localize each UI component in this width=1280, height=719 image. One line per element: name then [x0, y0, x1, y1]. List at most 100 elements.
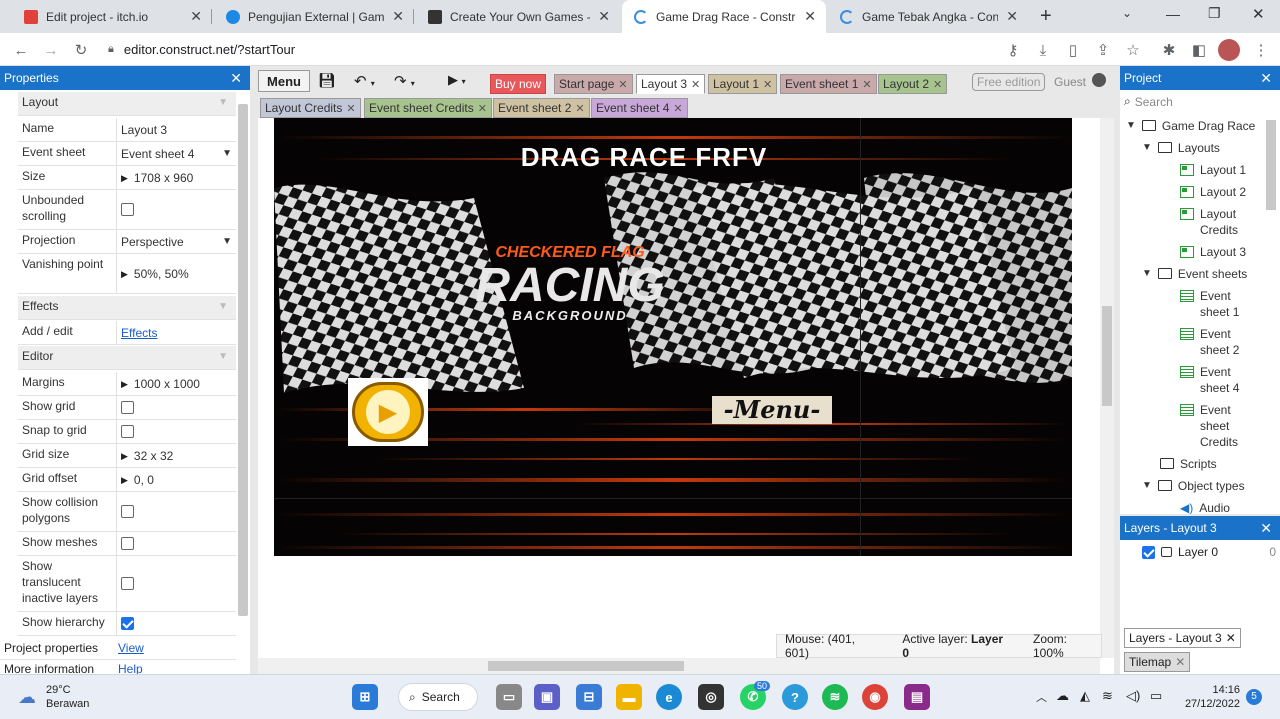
close-icon[interactable]: ✕ — [763, 78, 772, 91]
bookmark-star-icon[interactable]: ☆ — [1122, 39, 1144, 61]
chevron-down-icon[interactable]: ▼ — [222, 234, 232, 250]
kebab-menu-icon[interactable]: ⋮ — [1250, 39, 1272, 61]
close-icon[interactable]: ✕ — [230, 70, 242, 87]
close-icon[interactable]: ✕ — [691, 78, 700, 91]
prop-show-meshes[interactable]: Show meshes — [18, 532, 236, 556]
guest-label[interactable]: Guest — [1054, 75, 1086, 89]
tab-event-sheet-2[interactable]: Event sheet 2 ✕ — [493, 98, 590, 118]
tab-start-page[interactable]: Start page ✕ — [554, 74, 633, 94]
chrome-icon[interactable]: ◉ — [862, 684, 888, 710]
side-panel-icon[interactable]: ◧ — [1188, 39, 1210, 61]
back-icon[interactable]: ← — [10, 39, 32, 61]
tree-layout-1[interactable]: Layout 1 — [1180, 162, 1246, 178]
tree-event-sheet-4[interactable]: Event sheet 4 — [1180, 364, 1240, 396]
tray-chevron-icon[interactable]: ︿ — [1036, 689, 1047, 705]
prop-show-translucent-inactive-layers[interactable]: Show translucent inactive layers — [18, 556, 236, 612]
browser-tab-tebak-angka[interactable]: Game Tebak Angka - Constru ✕ — [828, 0, 1028, 33]
notification-badge[interactable]: 5 — [1246, 689, 1262, 705]
document-icon[interactable]: ▯ — [1062, 39, 1084, 61]
prop-name[interactable]: Name Layout 3 — [18, 118, 236, 142]
section-layout[interactable]: Layout ▼ — [18, 92, 236, 116]
tree-event-sheet-1[interactable]: Event sheet 1 — [1180, 288, 1240, 320]
extensions-icon[interactable]: ✱ — [1158, 39, 1180, 61]
prop-projection[interactable]: Projection Perspective ▼ — [18, 230, 236, 254]
prop-show-hierarchy[interactable]: Show hierarchy — [18, 612, 236, 636]
window-close-icon[interactable]: ✕ — [1252, 5, 1265, 23]
tree-object-types-folder[interactable]: ▼ Object types — [1142, 478, 1245, 494]
tab-layout-credits[interactable]: Layout Credits ✕ — [260, 98, 361, 118]
unbounded-scrolling-checkbox[interactable] — [121, 203, 134, 216]
close-icon[interactable]: ✕ — [933, 78, 942, 91]
free-edition-badge[interactable]: Free edition — [972, 73, 1046, 91]
show-collision-polygons-checkbox[interactable] — [121, 505, 134, 518]
tree-event-sheet-2[interactable]: Event sheet 2 — [1180, 326, 1240, 358]
winrar-icon[interactable]: ▤ — [904, 684, 930, 710]
tab-layout-2[interactable]: Layout 2 ✕ — [878, 74, 948, 94]
effects-link[interactable]: Effects — [121, 325, 157, 341]
section-editor[interactable]: Editor ▼ — [18, 346, 236, 370]
prop-more-information[interactable]: More information Help — [0, 662, 236, 674]
tree-layouts-folder[interactable]: ▼ Layouts — [1142, 140, 1220, 156]
chevron-down-icon[interactable]: ▼ — [222, 146, 232, 162]
prop-unbounded-scrolling[interactable]: Unbounded scrolling — [18, 190, 236, 230]
close-icon[interactable]: ✕ — [190, 8, 202, 25]
prop-grid-size[interactable]: Grid size ▶ 32 x 32 — [18, 444, 236, 468]
prop-show-grid[interactable]: Show grid — [18, 396, 236, 420]
play-icon[interactable]: ▶ ▾ — [448, 72, 466, 88]
layer-row[interactable]: Layer 0 0 — [1142, 545, 1276, 559]
wifi-icon[interactable]: ≋ — [1102, 688, 1113, 704]
expand-icon[interactable]: ▶ — [121, 170, 128, 186]
redo-icon[interactable]: ↷ ▾ — [394, 72, 415, 90]
close-icon[interactable]: ✕ — [575, 102, 584, 115]
onedrive-icon[interactable]: ☁︎ — [1056, 688, 1069, 704]
prop-event-sheet[interactable]: Event sheet Event sheet 4 ▼ — [18, 142, 236, 166]
collapse-icon[interactable]: ▼ — [218, 97, 228, 108]
tree-audio-folder[interactable]: ◀) Audio — [1180, 500, 1230, 514]
battery-icon[interactable]: ▭ — [1150, 688, 1162, 704]
store-icon[interactable]: ⊟ — [576, 684, 602, 710]
layout-canvas[interactable]: DRAG RACE FRFV CHECKERED FLAG RACING BAC… — [258, 118, 1114, 674]
close-icon[interactable]: ✕ — [598, 8, 610, 25]
close-icon[interactable]: ✕ — [1260, 520, 1272, 537]
expand-icon[interactable]: ▶ — [121, 266, 128, 282]
close-icon[interactable]: ✕ — [346, 102, 355, 115]
edge-icon[interactable]: e — [656, 684, 682, 710]
tab-layout-1[interactable]: Layout 1 ✕ — [708, 74, 778, 94]
undo-icon[interactable]: ↶ ▾ — [354, 72, 375, 90]
close-icon[interactable]: ✕ — [1175, 655, 1185, 669]
lock-icon[interactable] — [1161, 547, 1172, 557]
close-icon[interactable]: ✕ — [673, 102, 682, 115]
bottom-tab-layers[interactable]: Layers - Layout 3 ✕ — [1124, 628, 1241, 648]
tray-app-icon[interactable]: ◭ — [1080, 688, 1090, 704]
project-scrollbar[interactable] — [1266, 120, 1276, 210]
restore-icon[interactable]: ❐ — [1208, 5, 1221, 22]
app-icon[interactable]: ◎ — [698, 684, 724, 710]
tree-root[interactable]: ▼ Game Drag Race — [1126, 118, 1255, 134]
show-hierarchy-checkbox[interactable] — [121, 617, 134, 630]
clock[interactable]: 14:16 27/12/2022 — [1176, 683, 1240, 711]
help-link[interactable]: Help — [118, 662, 143, 674]
tab-event-sheet-credits[interactable]: Event sheet Credits ✕ — [364, 98, 492, 118]
user-icon[interactable] — [1092, 73, 1106, 87]
show-grid-checkbox[interactable] — [121, 401, 134, 414]
menu-button[interactable]: Menu — [258, 70, 310, 92]
volume-icon[interactable]: ◁) — [1126, 688, 1140, 704]
expand-icon[interactable]: ▶ — [121, 376, 128, 392]
share-icon[interactable]: ⇪ — [1092, 39, 1114, 61]
prop-project-properties[interactable]: Project properties View — [0, 636, 236, 660]
prop-grid-offset[interactable]: Grid offset ▶ 0, 0 — [18, 468, 236, 492]
close-icon[interactable]: ✕ — [1260, 70, 1272, 87]
collapse-icon[interactable]: ▼ — [218, 301, 228, 312]
forward-icon[interactable]: → — [40, 39, 62, 61]
close-icon[interactable]: ✕ — [804, 8, 816, 25]
avatar[interactable] — [1218, 39, 1240, 61]
layer-visible-checkbox[interactable] — [1142, 545, 1155, 559]
canvas-vertical-scrollbar[interactable] — [1100, 118, 1114, 658]
tab-event-sheet-4[interactable]: Event sheet 4 ✕ — [591, 98, 688, 118]
save-icon[interactable]: 💾︎ — [318, 72, 336, 89]
game-title-text[interactable]: DRAG RACE FRFV — [274, 142, 1014, 173]
expand-icon[interactable]: ▶ — [121, 448, 128, 464]
tree-layout-3[interactable]: Layout 3 — [1180, 244, 1246, 260]
browser-tab-drag-race[interactable]: Game Drag Race - Construct ✕ — [622, 0, 826, 33]
close-icon[interactable]: ✕ — [862, 78, 871, 91]
